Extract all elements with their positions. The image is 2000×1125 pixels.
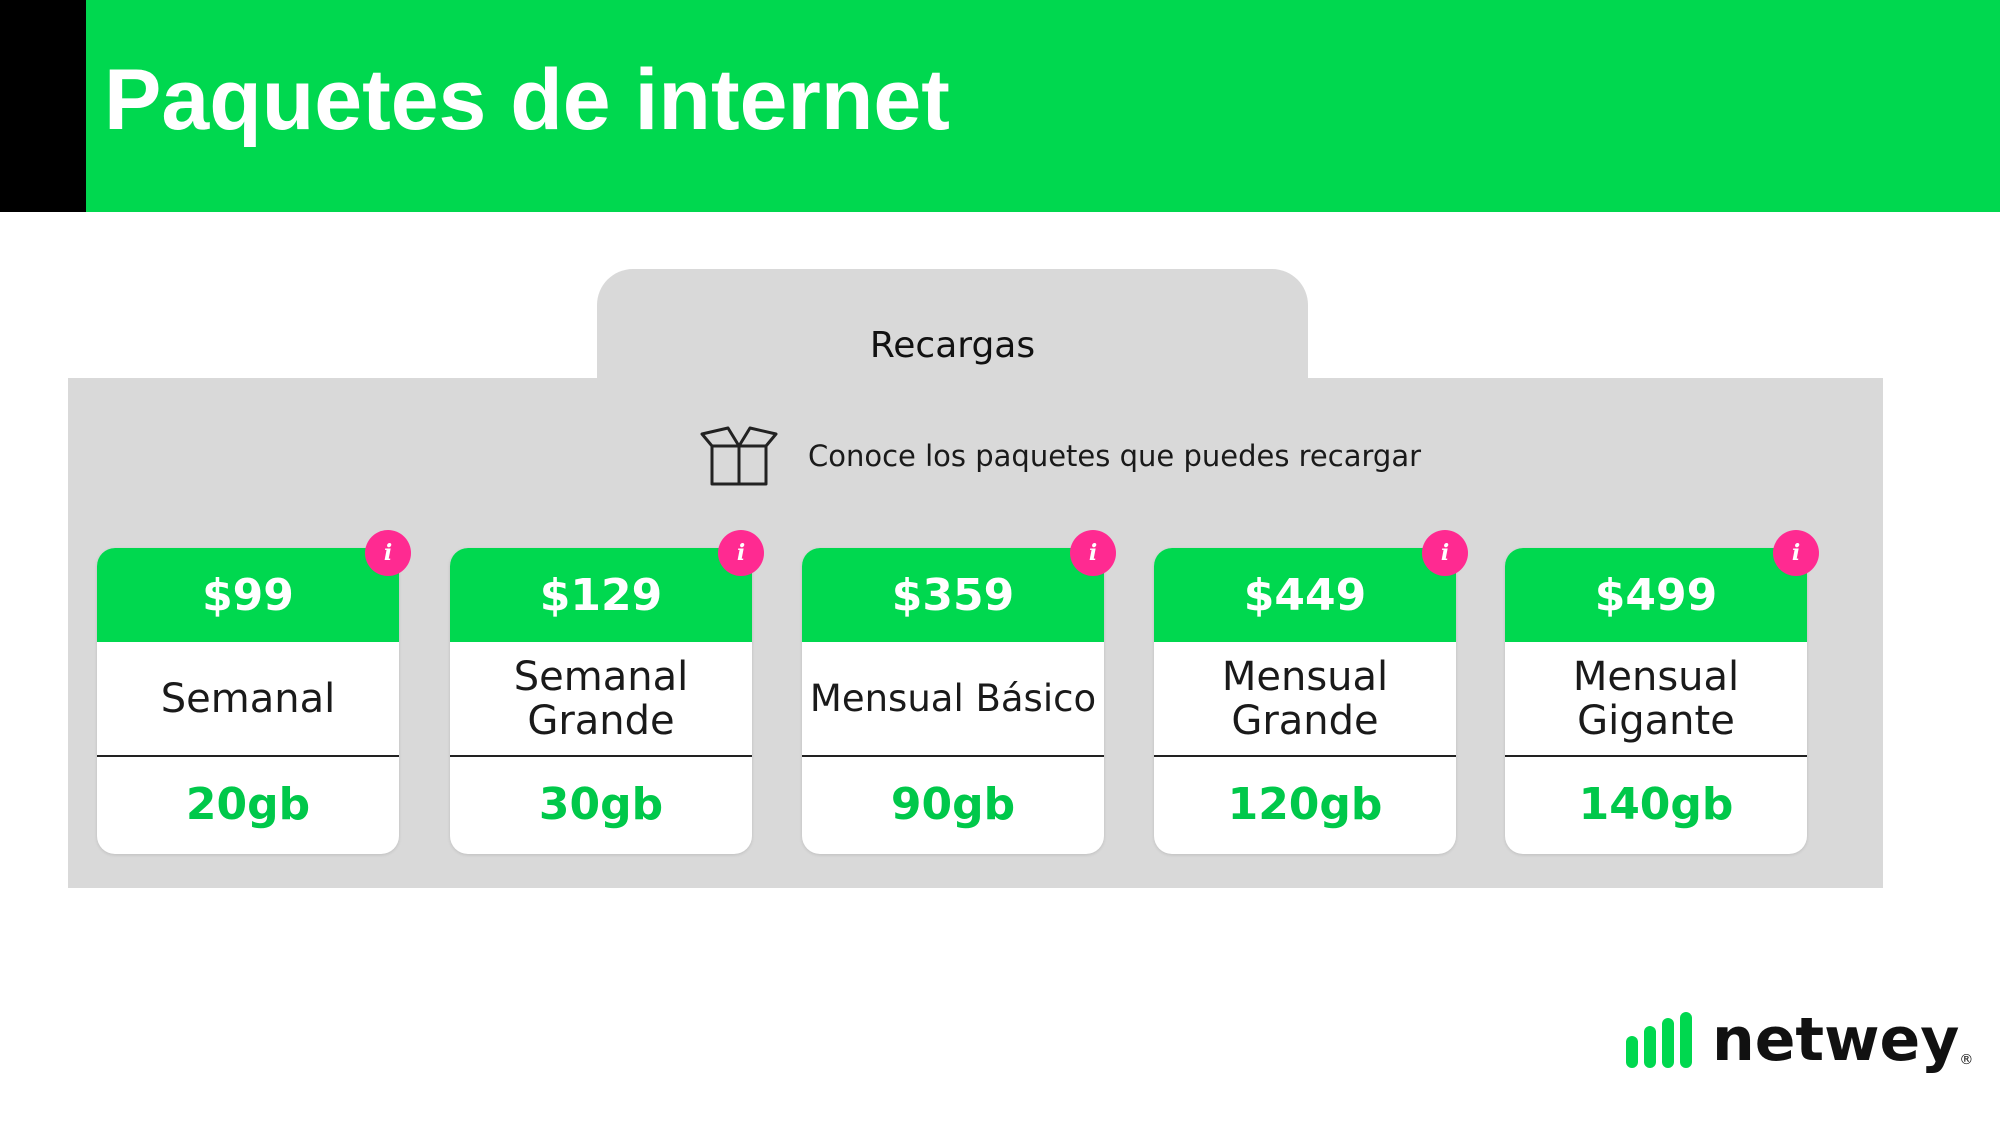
page-title: Paquetes de internet — [104, 52, 950, 148]
info-icon[interactable]: i — [1422, 530, 1468, 576]
header-accent — [0, 0, 86, 212]
package-name: Mensual Grande — [1221, 653, 1389, 744]
tab-label: Recargas — [869, 325, 1036, 366]
packages-panel: Conoce los paquetes que puedes recargar … — [68, 378, 1883, 888]
package-name: Semanal Grande — [513, 653, 689, 744]
package-data: 120gb — [1227, 779, 1383, 830]
info-icon[interactable]: i — [365, 530, 411, 576]
package-data: 140gb — [1578, 779, 1734, 830]
package-data: 90gb — [890, 779, 1016, 830]
package-card[interactable]: $449 Mensual Grande 120gb i — [1154, 530, 1468, 854]
package-data: 20gb — [185, 779, 311, 830]
package-price: $99 — [97, 548, 399, 642]
package-price: $129 — [450, 548, 752, 642]
package-name: Semanal — [160, 675, 336, 722]
package-price: $449 — [1154, 548, 1456, 642]
info-icon[interactable]: i — [718, 530, 764, 576]
package-price: $359 — [802, 548, 1104, 642]
package-name: Mensual Gigante — [1572, 653, 1740, 744]
info-icon[interactable]: i — [1070, 530, 1116, 576]
package-card[interactable]: $359 Mensual Básico 90gb i — [802, 530, 1116, 854]
netwey-logo: netwey ® — [1624, 1000, 1973, 1070]
package-name: Mensual Básico — [809, 676, 1097, 720]
info-icon[interactable]: i — [1773, 530, 1819, 576]
signal-bars-icon — [1626, 1012, 1692, 1068]
package-card[interactable]: $99 Semanal 20gb i — [97, 530, 411, 854]
panel-subtitle: Conoce los paquetes que puedes recargar — [808, 439, 1422, 473]
package-price: $499 — [1505, 548, 1807, 642]
registered-mark: ® — [1959, 1052, 1974, 1068]
box-icon — [700, 426, 778, 486]
package-name-wrap: Semanal — [97, 642, 399, 757]
package-name-wrap: Mensual Básico — [802, 642, 1104, 757]
package-card[interactable]: $129 Semanal Grande 30gb i — [450, 530, 764, 854]
package-name-wrap: Mensual Gigante — [1505, 642, 1807, 757]
package-name-wrap: Semanal Grande — [450, 642, 752, 757]
package-data: 30gb — [538, 779, 664, 830]
logo-text: netwey — [1712, 1005, 1960, 1075]
tab-recargas[interactable]: Recargas — [597, 269, 1308, 379]
package-card[interactable]: $499 Mensual Gigante 140gb i — [1505, 530, 1819, 854]
subtitle-row: Conoce los paquetes que puedes recargar — [698, 426, 1421, 486]
package-name-wrap: Mensual Grande — [1154, 642, 1456, 757]
